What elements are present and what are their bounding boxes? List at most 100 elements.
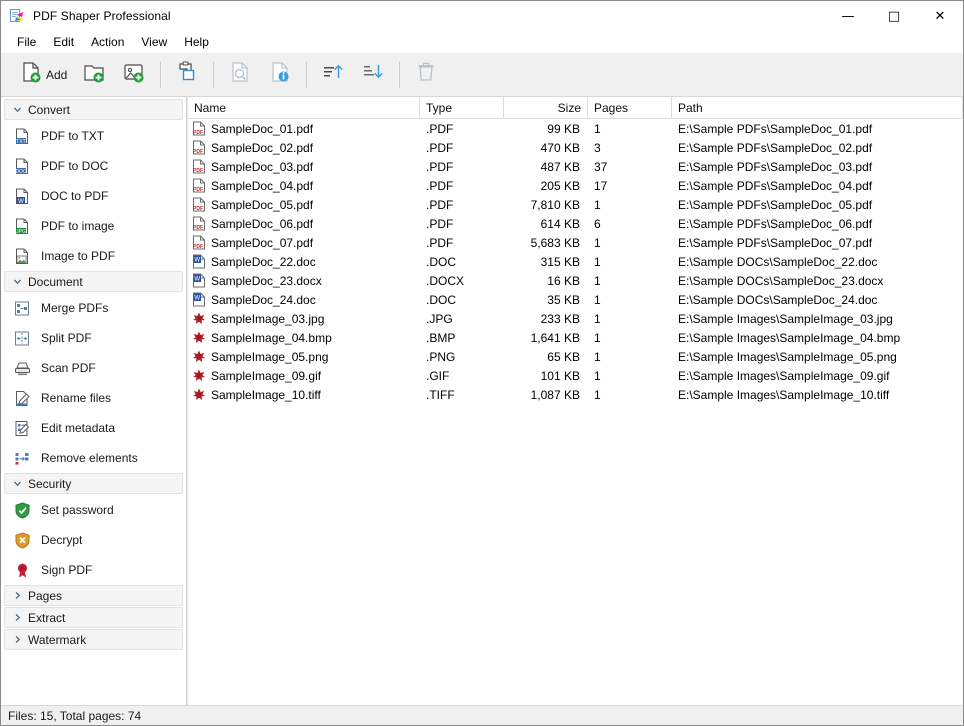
pdf-file-icon: PDF [192, 216, 206, 231]
column-header-path[interactable]: Path [672, 97, 963, 118]
cell-name: PDFSampleDoc_03.pdf [188, 159, 420, 174]
cell-name: PDF SampleDoc_02.pdf [188, 140, 420, 155]
toolbar-separator-4 [399, 62, 400, 88]
cell-type: .PDF [420, 179, 504, 193]
minimize-button[interactable]: — [825, 1, 871, 31]
table-row[interactable]: PDFSampleDoc_06.pdf.PDF614 KB6E:\Sample … [188, 214, 963, 233]
application-window: PDF Shaper Professional — □ ✕ File Edit … [0, 0, 964, 726]
sidebar-section-convert[interactable]: Convert [4, 99, 183, 120]
svg-text:TXT: TXT [16, 139, 25, 145]
add-folder-button[interactable] [74, 56, 114, 94]
add-file-button[interactable]: Add [11, 56, 74, 94]
sidebar-item-image-to-pdf[interactable]: Image to PDF [4, 241, 183, 271]
sidebar-item-pdf-to-txt[interactable]: TXT PDF to TXT [4, 121, 183, 151]
file-name: SampleDoc_05.pdf [211, 198, 313, 212]
table-row[interactable]: PDFSampleDoc_03.pdf.PDF487 KB37E:\Sample… [188, 157, 963, 176]
sidebar-section-watermark[interactable]: Watermark [4, 629, 183, 650]
add-image-button[interactable] [114, 56, 154, 94]
sidebar-section-pages[interactable]: Pages [4, 585, 183, 606]
table-row[interactable]: SampleImage_04.bmp.BMP1,641 KB1E:\Sample… [188, 328, 963, 347]
sidebar-item-decrypt[interactable]: Decrypt [4, 525, 183, 555]
maximize-button[interactable]: □ [871, 1, 917, 31]
sort-down-icon [360, 59, 386, 90]
column-header-type[interactable]: Type [420, 97, 504, 118]
preview-button[interactable] [220, 56, 260, 94]
move-up-button[interactable] [313, 56, 353, 94]
sidebar-item-label: Remove elements [41, 451, 138, 465]
image-add-icon [121, 59, 147, 90]
table-row[interactable]: SampleImage_03.jpg.JPG233 KB1E:\Sample I… [188, 309, 963, 328]
file-name: SampleDoc_06.pdf [211, 217, 313, 231]
table-row[interactable]: PDFSampleDoc_07.pdf.PDF5,683 KB1E:\Sampl… [188, 233, 963, 252]
file-name: SampleDoc_02.pdf [211, 141, 313, 155]
table-row[interactable]: SampleImage_05.png.PNG65 KB1E:\Sample Im… [188, 347, 963, 366]
table-row[interactable]: WSampleDoc_24.doc.DOC35 KB1E:\Sample DOC… [188, 290, 963, 309]
delete-button[interactable] [406, 56, 446, 94]
sidebar-item-scan-pdf[interactable]: Scan PDF [4, 353, 183, 383]
table-row[interactable]: PDFSampleDoc_05.pdf.PDF7,810 KB1E:\Sampl… [188, 195, 963, 214]
properties-button[interactable] [260, 56, 300, 94]
sidebar-item-rename-files[interactable]: Rename files [4, 383, 183, 413]
sidebar-item-pdf-to-image[interactable]: JPG PDF to image [4, 211, 183, 241]
file-name: SampleImage_05.png [211, 350, 328, 364]
move-down-button[interactable] [353, 56, 393, 94]
sidebar-item-split-pdf[interactable]: Split PDF [4, 323, 183, 353]
cell-path: E:\Sample Images\SampleImage_03.jpg [672, 312, 963, 326]
sidebar-section-document[interactable]: Document [4, 271, 183, 292]
add-file-label: Add [46, 68, 67, 82]
pdf-file-icon: PDF [192, 121, 206, 136]
sidebar-section-security[interactable]: Security [4, 473, 183, 494]
sidebar-item-merge-pdfs[interactable]: Merge PDFs [4, 293, 183, 323]
pdf-file-icon: PDF [192, 159, 206, 174]
signature-seal-icon [13, 561, 32, 580]
sidebar-item-pdf-to-doc[interactable]: DOC PDF to DOC [4, 151, 183, 181]
pdf-file-icon: PDF [192, 140, 206, 155]
sidebar-item-label: Scan PDF [41, 361, 96, 375]
cell-name: SampleImage_03.jpg [188, 311, 420, 326]
cell-pages: 1 [588, 369, 672, 383]
main-body: Convert TXT PDF to TXT [1, 97, 963, 705]
cell-path: E:\Sample Images\SampleImage_04.bmp [672, 331, 963, 345]
close-button[interactable]: ✕ [917, 1, 963, 31]
table-row[interactable]: PDFSampleDoc_02.pdf.PDF470 KB3E:\Sample … [188, 138, 963, 157]
image-file-icon [192, 311, 206, 326]
svg-text:W: W [194, 277, 200, 283]
split-icon [13, 329, 32, 348]
sidebar-item-set-password[interactable]: Set password [4, 495, 183, 525]
status-text: Files: 15, Total pages: 74 [8, 709, 141, 723]
menu-help[interactable]: Help [176, 33, 217, 51]
table-row[interactable]: SampleImage_10.tiff.TIFF1,087 KB1E:\Samp… [188, 385, 963, 404]
sidebar-item-remove-elements[interactable]: Remove elements [4, 443, 183, 473]
title-bar: PDF Shaper Professional — □ ✕ [1, 1, 963, 31]
chevron-down-icon [11, 477, 24, 490]
table-row[interactable]: WSampleDoc_22.doc.DOC315 KB1E:\Sample DO… [188, 252, 963, 271]
table-row[interactable]: PDFSampleDoc_01.pdf.PDF99 KB1E:\Sample P… [188, 119, 963, 138]
column-header-size[interactable]: Size [504, 97, 588, 118]
cell-path: E:\Sample PDFs\SampleDoc_07.pdf [672, 236, 963, 250]
sidebar-section-extract[interactable]: Extract [4, 607, 183, 628]
sidebar-item-doc-to-pdf[interactable]: W DOC to PDF [4, 181, 183, 211]
menu-file[interactable]: File [9, 33, 44, 51]
cell-path: E:\Sample PDFs\SampleDoc_01.pdf [672, 122, 963, 136]
table-row[interactable]: SampleImage_09.gif.GIF101 KB1E:\Sample I… [188, 366, 963, 385]
sidebar-item-sign-pdf[interactable]: Sign PDF [4, 555, 183, 585]
menu-edit[interactable]: Edit [45, 33, 82, 51]
svg-text:PDF: PDF [193, 187, 203, 193]
cell-type: .PDF [420, 198, 504, 212]
cell-name: PDFSampleDoc_01.pdf [188, 121, 420, 136]
column-header-pages[interactable]: Pages [588, 97, 672, 118]
sidebar-item-edit-metadata[interactable]: Edit metadata [4, 413, 183, 443]
sidebar-item-label: Edit metadata [41, 421, 115, 435]
menu-action[interactable]: Action [83, 33, 132, 51]
cell-size: 99 KB [504, 122, 588, 136]
section-title: Watermark [28, 633, 86, 647]
image-file-icon [192, 349, 206, 364]
clipboard-paste-icon [174, 59, 200, 90]
cell-type: .GIF [420, 369, 504, 383]
table-row[interactable]: PDFSampleDoc_04.pdf.PDF205 KB17E:\Sample… [188, 176, 963, 195]
table-row[interactable]: WSampleDoc_23.docx.DOCX16 KB1E:\Sample D… [188, 271, 963, 290]
column-header-name[interactable]: Name [188, 97, 420, 118]
menu-view[interactable]: View [133, 33, 175, 51]
paste-button[interactable] [167, 56, 207, 94]
svg-text:PDF: PDF [193, 244, 203, 250]
